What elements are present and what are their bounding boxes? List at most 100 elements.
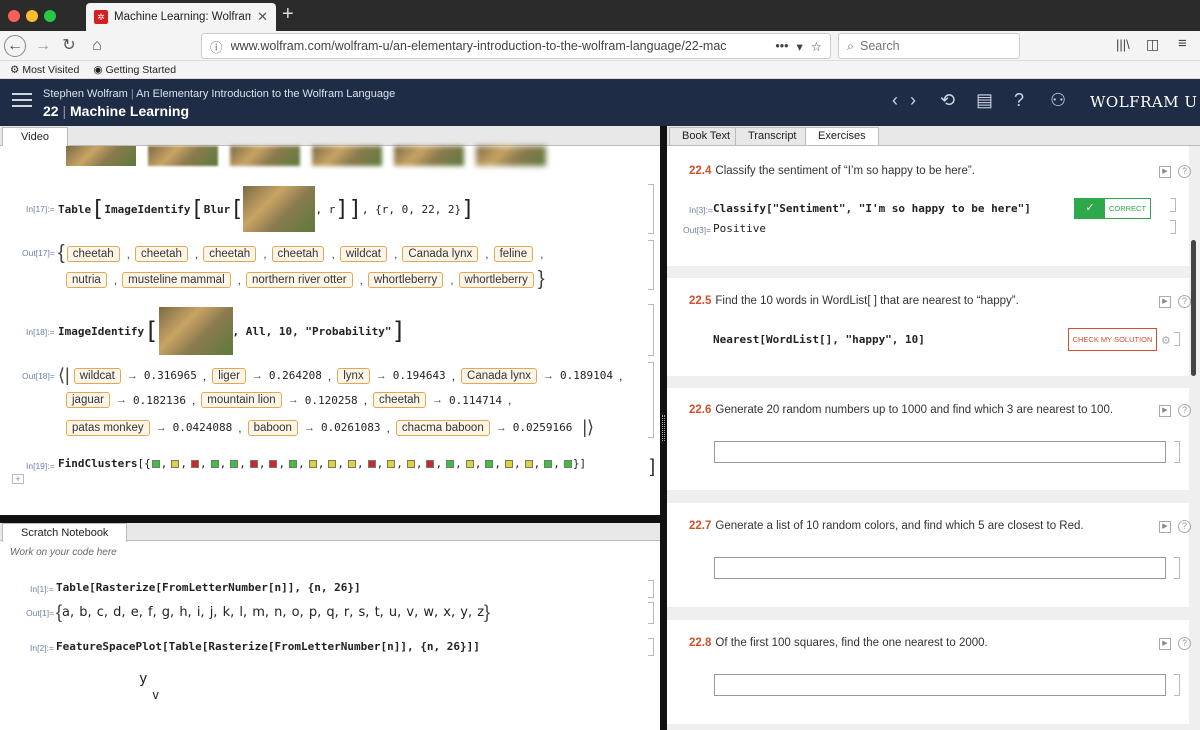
- home-icon[interactable]: ⌂: [86, 35, 108, 57]
- sidebar-icon[interactable]: ◫: [1146, 36, 1159, 53]
- new-tab-button[interactable]: +: [282, 3, 294, 26]
- cell-bracket[interactable]: [648, 580, 654, 598]
- entity-box[interactable]: northern river otter: [245, 271, 353, 288]
- play-icon[interactable]: ▶: [1159, 638, 1171, 650]
- help-icon[interactable]: ?: [1014, 90, 1024, 111]
- author-name[interactable]: Stephen Wolfram: [43, 88, 128, 100]
- book-title[interactable]: An Elementary Introduction to the Wolfra…: [136, 88, 395, 100]
- tab-video[interactable]: Video: [2, 127, 68, 146]
- entity-box[interactable]: cheetah: [373, 392, 426, 408]
- entity-box[interactable]: whortleberry: [458, 271, 534, 288]
- user-account-icon[interactable]: ⚇: [1050, 90, 1066, 111]
- wolfram-u-logo[interactable]: WOLFRAM U: [1090, 93, 1197, 111]
- cell-bracket[interactable]: ]: [650, 456, 655, 477]
- close-window-button[interactable]: [8, 10, 20, 22]
- entity-box[interactable]: feline: [493, 245, 534, 262]
- play-icon[interactable]: ▶: [1159, 405, 1171, 417]
- tab-book-text[interactable]: Book Text: [669, 127, 744, 145]
- entity-box[interactable]: lynx: [337, 367, 370, 384]
- page-actions-icon[interactable]: •••: [775, 39, 788, 53]
- entity-box[interactable]: cheetah: [66, 245, 120, 262]
- entity-box[interactable]: Canada lynx: [461, 367, 537, 384]
- entity-box[interactable]: Canada lynx: [402, 245, 479, 262]
- scratch-input-2[interactable]: FeatureSpacePlot[Table[Rasterize[FromLet…: [56, 640, 480, 653]
- pocket-icon[interactable]: ▾: [797, 39, 803, 54]
- back-button[interactable]: ←: [4, 35, 26, 57]
- keyboard-icon[interactable]: ▤: [976, 90, 993, 111]
- input-cell-19[interactable]: FindClusters [{ ,,,,,,,,,,,,,,,,,,,,, }]: [58, 457, 586, 470]
- answer-input[interactable]: [714, 674, 1166, 696]
- scratch-input-1[interactable]: Table[Rasterize[FromLetterNumber[n]], {n…: [56, 581, 361, 594]
- next-chapter-icon[interactable]: ›: [910, 90, 916, 111]
- entity-box[interactable]: cheetah: [134, 245, 188, 262]
- help-icon[interactable]: ?: [1178, 637, 1191, 650]
- cell-bracket[interactable]: [1174, 332, 1180, 346]
- cell-bracket[interactable]: [1174, 674, 1180, 696]
- cell-bracket[interactable]: [648, 602, 654, 624]
- reload-button[interactable]: ↻: [58, 35, 80, 57]
- cell-bracket[interactable]: [648, 240, 654, 290]
- exercise-input[interactable]: Nearest[WordList[], "happy", 10]: [713, 333, 925, 346]
- input-cell-17[interactable]: Table [ ImageIdentify [ Blur [ , r ]] , …: [58, 186, 474, 232]
- menu-icon[interactable]: ≡: [1178, 35, 1187, 52]
- entity-box[interactable]: cheetah: [203, 245, 257, 262]
- cell-bracket[interactable]: [648, 304, 654, 356]
- play-icon[interactable]: ▶: [1159, 521, 1171, 533]
- help-icon[interactable]: ?: [1178, 295, 1191, 308]
- wolfram-favicon-icon: ✲: [94, 10, 108, 24]
- add-cell-icon[interactable]: +: [12, 474, 24, 484]
- tab-transcript[interactable]: Transcript: [735, 127, 810, 145]
- entity-box[interactable]: patas monkey: [66, 419, 150, 436]
- splitter-grip-icon[interactable]: [662, 415, 665, 441]
- cell-bracket[interactable]: [648, 638, 654, 656]
- check-my-solution-button[interactable]: CHECK MY SOLUTION: [1068, 328, 1157, 351]
- scrollbar-thumb[interactable]: [1191, 240, 1196, 376]
- entity-box[interactable]: mountain lion: [201, 392, 282, 408]
- help-icon[interactable]: ?: [1178, 404, 1191, 417]
- hamburger-menu-icon[interactable]: [12, 93, 32, 109]
- exercise-input[interactable]: Classify["Sentiment", "I'm so happy to b…: [713, 202, 1031, 215]
- entity-box[interactable]: jaguar: [66, 392, 110, 408]
- gear-icon[interactable]: ⚙: [1161, 334, 1171, 347]
- entity-box[interactable]: musteline mammal: [122, 271, 231, 288]
- help-icon[interactable]: ?: [1178, 520, 1191, 533]
- cell-bracket[interactable]: [1170, 198, 1176, 212]
- exercise-question: 22.5 Find the 10 words in WordList[ ] tha…: [689, 295, 1019, 307]
- entity-box[interactable]: chacma baboon: [395, 419, 490, 436]
- forward-button[interactable]: →: [32, 35, 54, 57]
- play-icon[interactable]: ▶: [1159, 296, 1171, 308]
- input-cell-18[interactable]: ImageIdentify [ , All, 10, "Probability"…: [58, 306, 406, 356]
- url-bar[interactable]: ⓘ www.wolfram.com/wolfram-u/an-elementar…: [201, 33, 831, 59]
- bookmark-most-visited[interactable]: ⚙ Most Visited: [10, 64, 79, 76]
- entity-box[interactable]: baboon: [247, 419, 298, 436]
- cell-bracket[interactable]: [1170, 220, 1176, 234]
- zoom-window-button[interactable]: [44, 10, 56, 22]
- tab-exercises[interactable]: Exercises: [805, 127, 879, 145]
- info-icon[interactable]: ⓘ: [210, 37, 223, 56]
- entity-box[interactable]: liger: [212, 367, 246, 384]
- play-icon[interactable]: ▶: [1159, 166, 1171, 178]
- close-tab-icon[interactable]: ✕: [257, 9, 268, 25]
- answer-input[interactable]: [714, 557, 1166, 579]
- entity-box[interactable]: nutria: [66, 271, 107, 288]
- entity-box[interactable]: whortleberry: [367, 271, 444, 288]
- cell-bracket[interactable]: [648, 184, 654, 234]
- cell-bracket[interactable]: [1174, 441, 1180, 463]
- browser-tab[interactable]: ✲ Machine Learning: Wolfram Lan ✕: [86, 3, 276, 31]
- answer-input[interactable]: [714, 441, 1166, 463]
- library-icon[interactable]: |||\: [1116, 37, 1130, 52]
- minimize-window-button[interactable]: [26, 10, 38, 22]
- entity-box[interactable]: cheetah: [271, 245, 325, 262]
- bookmark-star-icon[interactable]: ☆: [811, 39, 822, 54]
- cell-bracket[interactable]: [1174, 557, 1180, 579]
- cell-bracket[interactable]: [648, 362, 654, 438]
- tab-scratch-notebook[interactable]: Scratch Notebook: [2, 523, 128, 542]
- prev-chapter-icon[interactable]: ‹: [892, 90, 898, 111]
- entity-box[interactable]: wildcat: [73, 367, 121, 384]
- bookmark-getting-started[interactable]: ◉ Getting Started: [93, 64, 176, 76]
- entity-box[interactable]: wildcat: [339, 245, 387, 262]
- search-input[interactable]: ⌕ Search: [838, 33, 1020, 59]
- help-icon[interactable]: ?: [1178, 165, 1191, 178]
- pane-divider[interactable]: [0, 515, 660, 523]
- history-icon[interactable]: ⟲: [940, 90, 955, 111]
